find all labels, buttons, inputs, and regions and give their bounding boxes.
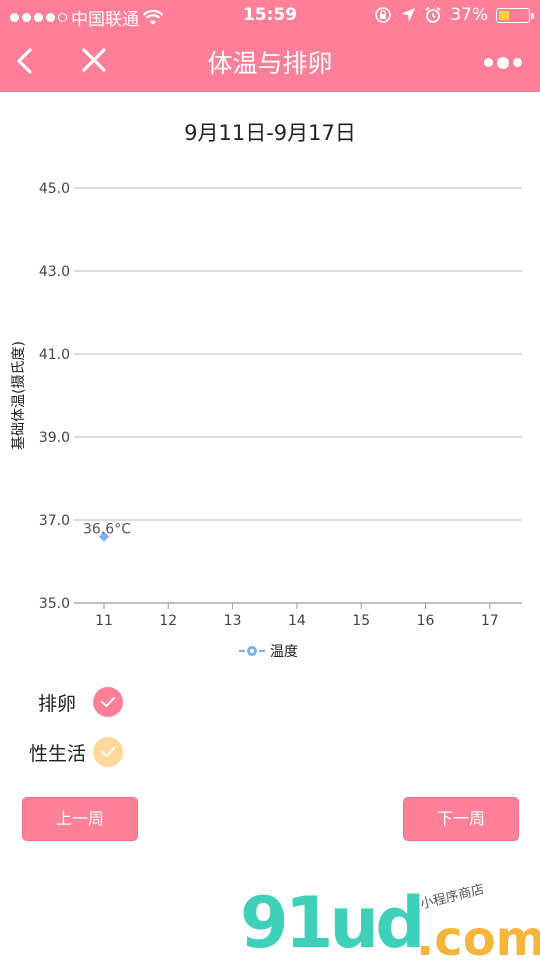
location-icon [401,8,416,22]
x-tick-label: 13 [224,613,242,629]
x-tick-label: 16 [417,613,435,629]
next-week-button[interactable]: 下一周 [403,797,519,841]
y-tick-label: 39.0 [39,430,70,446]
legend-marker-center [250,649,254,653]
y-tick-label: 43.0 [39,264,70,280]
legend-label: 温度 [270,644,298,660]
x-tick-label: 12 [159,613,177,629]
intercourse-row: 性生活 [0,732,300,772]
x-tick-label: 11 [95,613,113,629]
date-range-title: 9月11日-9月17日 [184,121,356,145]
status-right: 37% [374,5,534,25]
status-bar: 中国联通 15:59 37% [0,0,540,30]
data-label: 36.6°C [83,522,131,538]
watermark-brand: 91ud [240,882,425,964]
x-tick-label: 14 [288,613,306,629]
intercourse-check-icon [93,737,123,767]
x-tick-label: 15 [352,613,370,629]
watermark-logo: 91ud .com 小程序商店 [240,882,540,967]
alarm-icon [425,6,441,23]
watermark-suffix: .com [416,911,540,967]
x-tick-label: 17 [481,613,499,629]
battery-percent: 37% [450,5,488,25]
battery-level [499,10,510,20]
y-tick-label: 41.0 [39,347,70,363]
battery-icon [496,7,534,23]
ovulation-label: 排卵 [37,693,76,715]
page-title: 体温与排卵 [207,49,333,78]
rotation-lock-icon [375,7,392,23]
prev-week-button[interactable]: 上一周 [22,797,138,841]
ovulation-row: 排卵 [0,682,300,722]
more-button[interactable] [484,56,522,69]
y-tick-label: 37.0 [39,513,70,529]
ovulation-check-icon [93,687,123,717]
y-tick-label: 35.0 [39,596,70,612]
y-axis-label: 基础体温(摄氏度) [10,341,27,450]
y-tick-label: 45.0 [39,181,70,197]
temperature-chart: 35.0 37.0 39.0 41.0 43.0 45.0 11 12 13 14 15 16 17 基础… [10,181,522,660]
intercourse-label: 性生活 [28,743,86,765]
more-icon [484,58,493,67]
nav-bar: 体温与排卵 [0,30,540,92]
